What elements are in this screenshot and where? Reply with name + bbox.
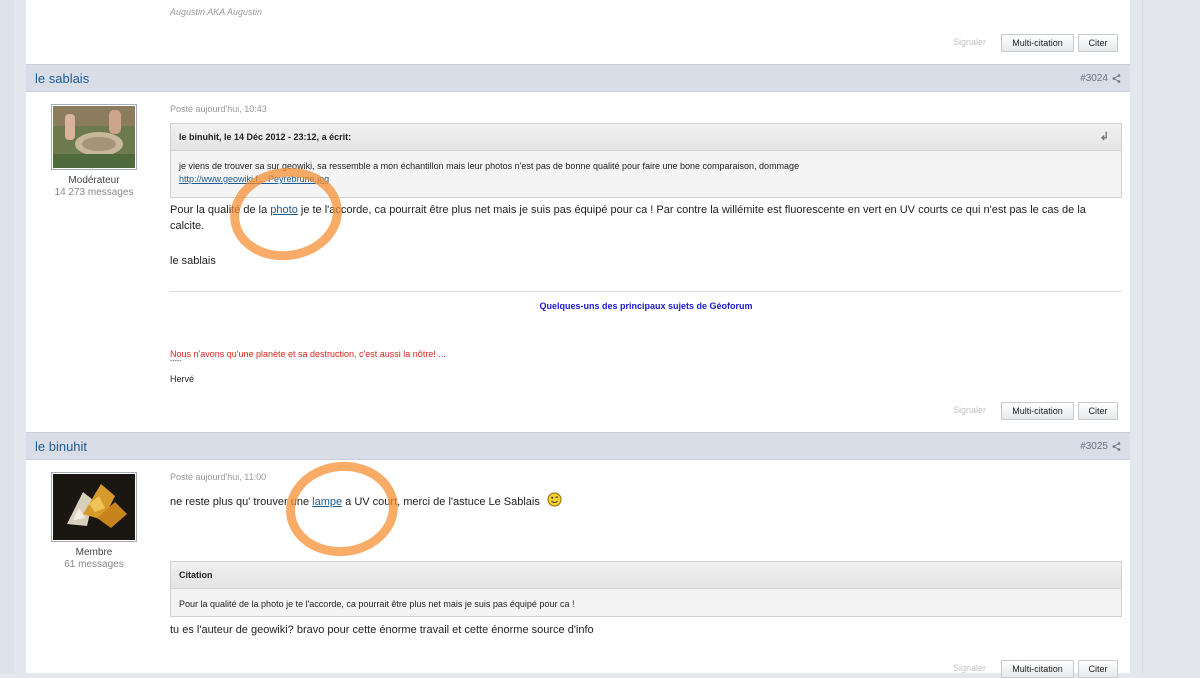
post-header: le sablais #3024 bbox=[26, 64, 1130, 92]
report-link[interactable]: Signaler bbox=[953, 663, 986, 673]
post-3024: le sablais #3024 Modérateur 14 273 messa… bbox=[26, 64, 1130, 432]
message-count: 14 273 messages bbox=[54, 187, 134, 198]
previous-post-signature: Augustin AKA Augustin bbox=[170, 7, 263, 17]
report-link[interactable]: Signaler bbox=[953, 405, 986, 415]
post-author[interactable]: le sablais bbox=[35, 71, 89, 86]
previous-post: Augustin AKA Augustin Signaler Multi-cit… bbox=[26, 0, 1130, 64]
signature-dash: ----- bbox=[170, 358, 182, 365]
post-author[interactable]: le binuhit bbox=[35, 439, 87, 454]
quote-header: le binuhit, le 14 Déc 2012 - 23:12, a éc… bbox=[171, 124, 1121, 151]
multiquote-button[interactable]: Multi-citation bbox=[1001, 34, 1074, 52]
quote-button[interactable]: Citer bbox=[1078, 34, 1118, 52]
post-sign-off: le sablais bbox=[170, 255, 216, 267]
share-icon[interactable] bbox=[1112, 442, 1121, 451]
quote-button[interactable]: Citer bbox=[1078, 660, 1118, 678]
share-icon[interactable] bbox=[1112, 74, 1121, 83]
avatar[interactable] bbox=[51, 472, 137, 542]
user-role: Modérateur bbox=[68, 175, 120, 186]
multiquote-button[interactable]: Multi-citation bbox=[1001, 402, 1074, 420]
post-header: le binuhit #3025 bbox=[26, 432, 1130, 460]
quote-body: Pour la qualité de la photo je te l'acco… bbox=[171, 589, 1121, 611]
forum-page: Augustin AKA Augustin Signaler Multi-cit… bbox=[14, 0, 1142, 678]
signature-divider bbox=[170, 291, 1122, 292]
quote-header: Citation bbox=[171, 562, 1121, 589]
quote-text: Pour la qualité de la photo je te l'acco… bbox=[179, 599, 575, 609]
smiley-icon bbox=[547, 492, 562, 512]
post-date: Posté aujourd'hui, 10:43 bbox=[170, 104, 267, 114]
report-link[interactable]: Signaler bbox=[953, 37, 986, 47]
post-3025: le binuhit #3025 Membre 61 messages Post… bbox=[26, 432, 1130, 678]
left-margin bbox=[0, 0, 14, 673]
user-role: Membre bbox=[75, 547, 113, 558]
quote-block: Citation Pour la qualité de la photo je … bbox=[170, 561, 1122, 617]
post-date: Posté aujourd'hui, 11:00 bbox=[170, 472, 267, 482]
quote-author: Citation bbox=[179, 570, 213, 580]
quote-author: le binuhit, le 14 Déc 2012 - 23:12, a éc… bbox=[179, 132, 352, 142]
post-reply: tu es l'auteur de geowiki? bravo pour ce… bbox=[170, 624, 594, 636]
post-number[interactable]: #3025 bbox=[1080, 441, 1108, 452]
post-number[interactable]: #3024 bbox=[1080, 73, 1108, 84]
avatar[interactable] bbox=[51, 104, 137, 170]
multiquote-button[interactable]: Multi-citation bbox=[1001, 660, 1074, 678]
topics-link[interactable]: Quelques-uns des principaux sujets de Gé… bbox=[170, 298, 1122, 314]
quote-button[interactable]: Citer bbox=[1078, 402, 1118, 420]
signature-name: Hervé bbox=[170, 374, 195, 384]
message-count: 61 messages bbox=[64, 559, 124, 570]
quote-text: je viens de trouver sa sur geowiki, sa r… bbox=[179, 161, 800, 171]
quote-arrow-icon[interactable]: ↲ bbox=[1100, 124, 1109, 150]
right-margin bbox=[1142, 0, 1200, 673]
signature-quote: Nous n'avons qu'une planète et sa destru… bbox=[170, 349, 446, 359]
